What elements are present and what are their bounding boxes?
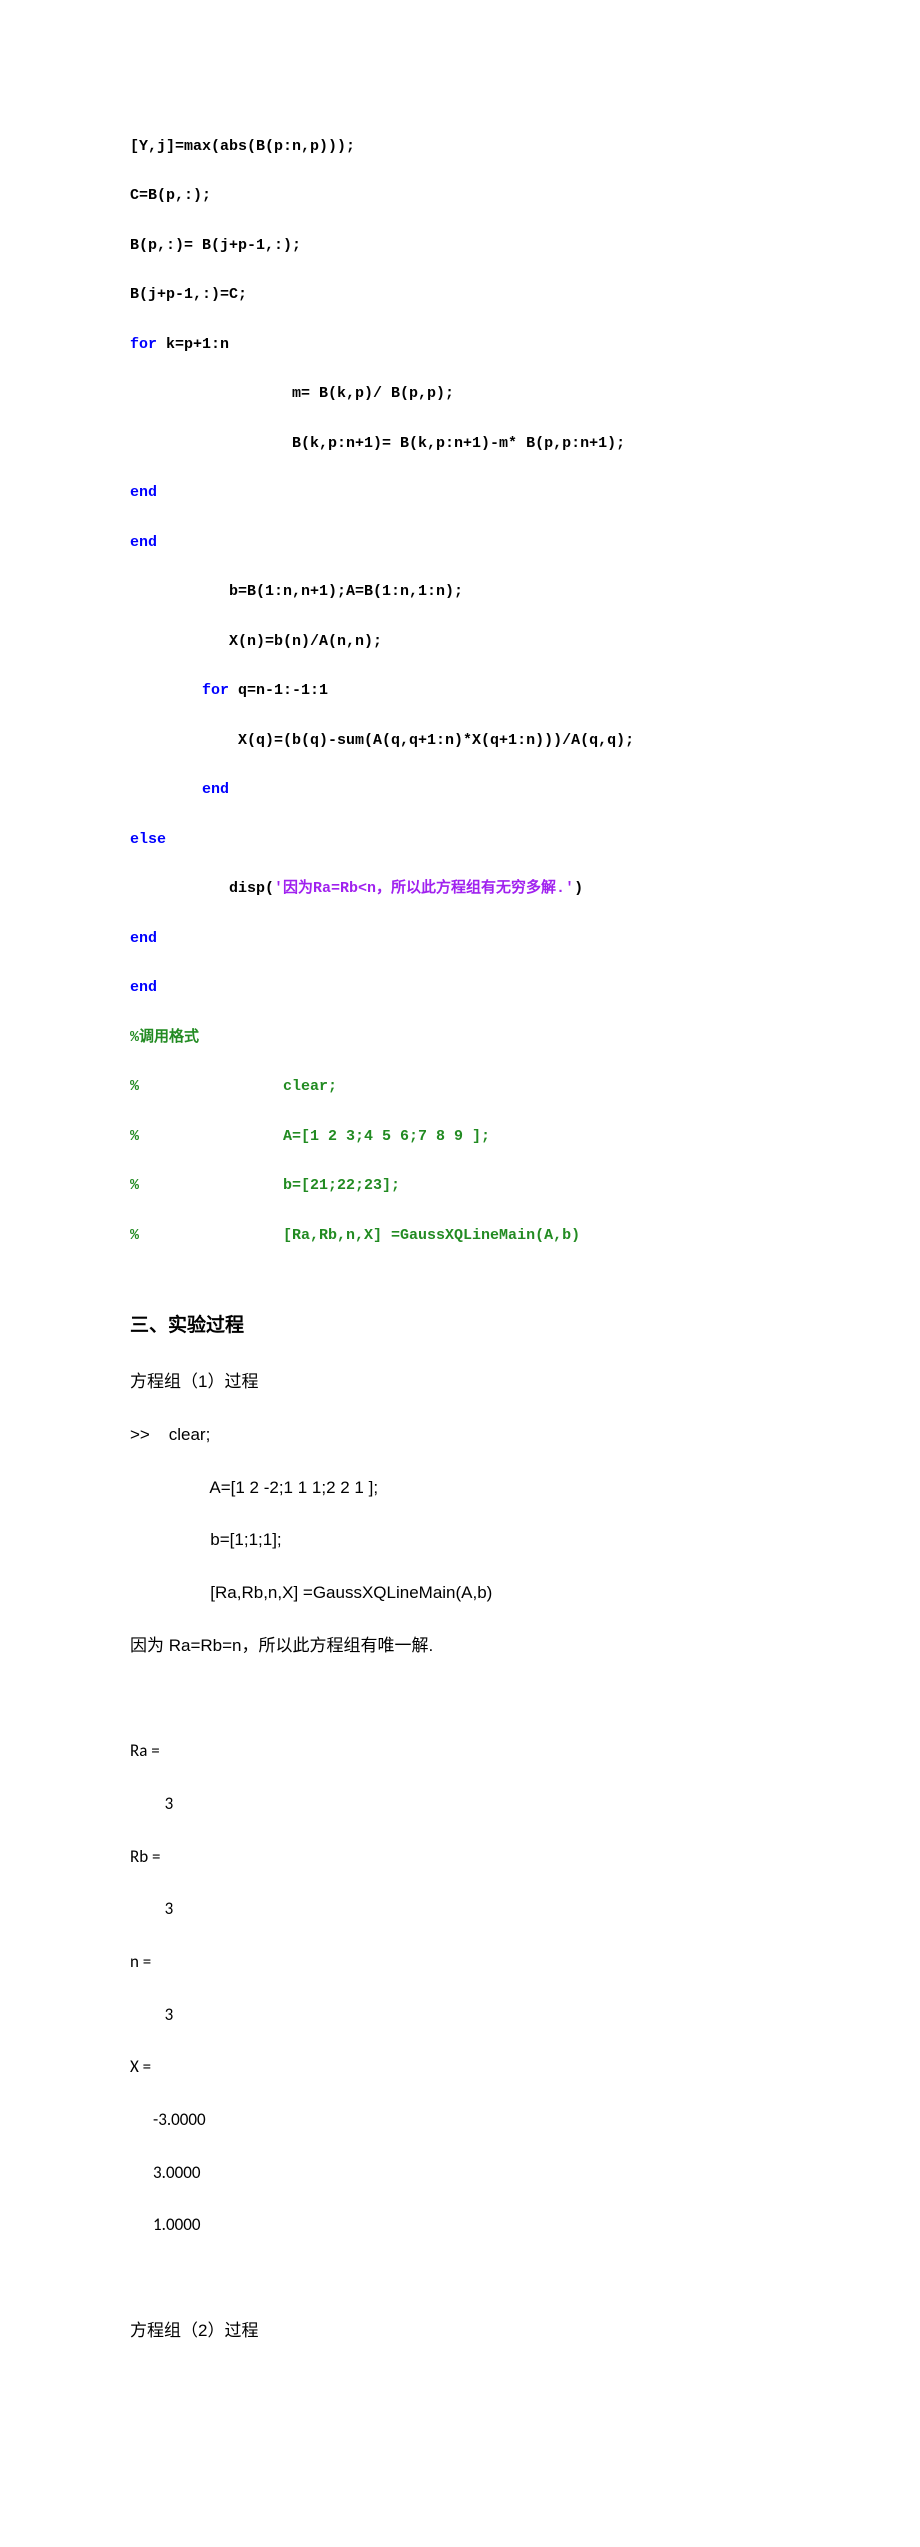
code-text: disp(	[130, 880, 274, 897]
code-line: for k=p+1:n	[130, 333, 790, 358]
comment-line: % clear;	[130, 1075, 790, 1100]
code-line: X(q)=(b(q)-sum(A(q,q+1:n)*X(q+1:n)))/A(q…	[130, 729, 790, 754]
code-line: else	[130, 828, 790, 853]
code-text: )	[574, 880, 583, 897]
keyword-else: else	[130, 831, 166, 848]
comment-line: % A=[1 2 3;4 5 6;7 8 9 ];	[130, 1125, 790, 1150]
procedure-block-2: 方程组（2）过程	[130, 2291, 790, 2396]
code-line: end	[130, 481, 790, 506]
text-line: 方程组（2）过程	[130, 2318, 790, 2344]
result-line: 3.0000	[130, 2160, 790, 2186]
string-literal: '因为Ra=Rb<n，所以此方程组有无穷多解.'	[274, 880, 574, 897]
code-line: B(p,:)= B(j+p-1,:);	[130, 234, 790, 259]
text-line: 方程组（1）过程	[130, 1369, 790, 1395]
result-line: Ra =	[130, 1738, 790, 1764]
result-line: 3	[130, 2002, 790, 2028]
code-line: B(k,p:n+1)= B(k,p:n+1)-m* B(p,p:n+1);	[130, 432, 790, 457]
result-line: 3	[130, 1896, 790, 1922]
result-line: -3.0000	[130, 2107, 790, 2133]
keyword-for: for	[202, 682, 229, 699]
text-line: 因为 Ra=Rb=n，所以此方程组有唯一解.	[130, 1633, 790, 1659]
code-line: C=B(p,:);	[130, 184, 790, 209]
result-line: 3	[130, 1791, 790, 1817]
keyword-end: end	[130, 930, 157, 947]
code-line: X(n)=b(n)/A(n,n);	[130, 630, 790, 655]
section-heading: 三、实验过程	[130, 1310, 790, 1337]
keyword-end: end	[130, 534, 157, 551]
code-line: [Y,j]=max(abs(B(p:n,p)));	[130, 135, 790, 160]
code-line: b=B(1:n,n+1);A=B(1:n,1:n);	[130, 580, 790, 605]
comment-line: % b=[21;22;23];	[130, 1174, 790, 1199]
text-line: [Ra,Rb,n,X] =GaussXQLineMain(A,b)	[130, 1580, 790, 1606]
code-line: end	[130, 927, 790, 952]
keyword-end: end	[130, 979, 157, 996]
code-line: m= B(k,p)/ B(p,p);	[130, 382, 790, 407]
result-line: n =	[130, 1949, 790, 1975]
keyword-end: end	[202, 781, 229, 798]
code-line: end	[130, 976, 790, 1001]
code-text	[130, 682, 202, 699]
result-line: X =	[130, 2054, 790, 2080]
keyword-for: for	[130, 336, 157, 353]
text-line: >> clear;	[130, 1422, 790, 1448]
result-line: Rb =	[130, 1844, 790, 1870]
comment-line: %调用格式	[130, 1026, 790, 1051]
code-line: for q=n-1:-1:1	[130, 679, 790, 704]
procedure-block: 方程组（1）过程 >> clear; A=[1 2 -2;1 1 1;2 2 1…	[130, 1343, 790, 1712]
matlab-code-block: [Y,j]=max(abs(B(p:n,p))); C=B(p,:); B(p,…	[130, 110, 790, 1298]
code-line: disp('因为Ra=Rb<n，所以此方程组有无穷多解.')	[130, 877, 790, 902]
keyword-end: end	[130, 484, 157, 501]
text-line: A=[1 2 -2;1 1 1;2 2 1 ];	[130, 1475, 790, 1501]
code-text	[130, 781, 202, 798]
code-line: B(j+p-1,:)=C;	[130, 283, 790, 308]
code-line: end	[130, 531, 790, 556]
result-line: 1.0000	[130, 2212, 790, 2238]
comment-line: % [Ra,Rb,n,X] =GaussXQLineMain(A,b)	[130, 1224, 790, 1249]
text-line: b=[1;1;1];	[130, 1527, 790, 1553]
document-page: [Y,j]=max(abs(B(p:n,p))); C=B(p,:); B(p,…	[0, 0, 920, 2547]
code-text: k=p+1:n	[157, 336, 229, 353]
result-block: Ra = 3 Rb = 3 n = 3 X = -3.0000 3.0000 1…	[130, 1712, 790, 2292]
code-text: q=n-1:-1:1	[229, 682, 328, 699]
code-line: end	[130, 778, 790, 803]
